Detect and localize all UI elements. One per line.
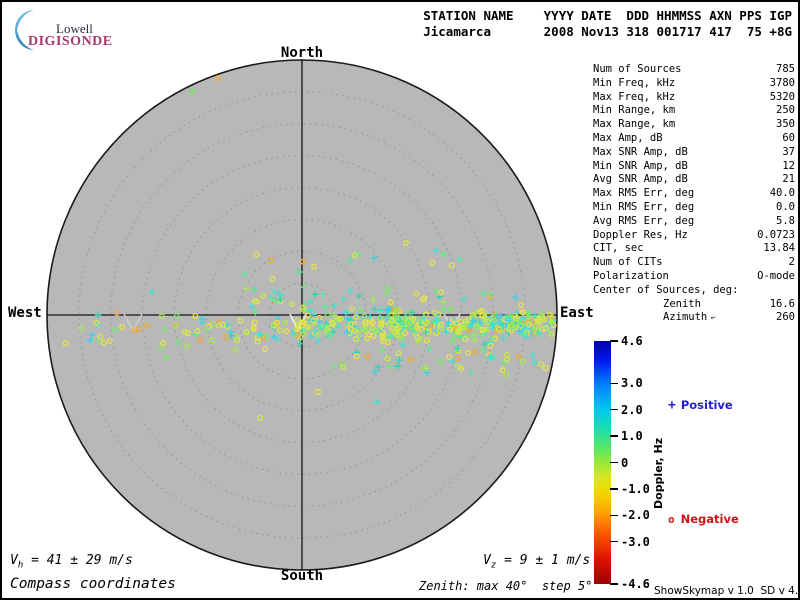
- colorbar-tick-label: -3.0: [621, 534, 650, 549]
- colorbar-tick: [610, 461, 618, 464]
- legend-negative-label: Negative: [680, 512, 739, 526]
- colorbar-tick-label: 3.0: [621, 376, 643, 391]
- colorbar-tick-label: -2.0: [621, 508, 650, 523]
- coordinate-system-note: Compass coordinates: [10, 576, 176, 592]
- vertical-velocity-readout: Vz = 9 ± 1 m/s: [483, 553, 591, 571]
- colorbar-tick-label: 1.0: [621, 429, 643, 444]
- colorbar-tick-label: 0: [621, 455, 629, 470]
- colorbar-tick-label: 2.0: [621, 402, 643, 417]
- doppler-colorbar: [594, 341, 611, 584]
- lowell-digisonde-logo: Lowell DIGISONDE: [10, 9, 130, 53]
- colorbar-tick: [610, 488, 618, 490]
- azimuth-arrow-icon: ←: [709, 312, 718, 324]
- logo-digisonde-text: DIGISONDE: [28, 34, 113, 49]
- station-header: STATION NAME YYYY DATE DDD HHMMSS AXN PP…: [423, 8, 792, 40]
- colorbar-ticks: 4.6 3.0 2.0 1.0 0 -1.0 -2.0 -3.0 -4.6: [610, 2, 656, 598]
- colorbar-tick: [610, 540, 618, 543]
- colorbar-tick: [610, 583, 618, 585]
- colorbar-tick: [610, 435, 618, 437]
- software-version-text: ShowSkymap v 1.0 SD v 4.2: [654, 585, 800, 597]
- colorbar-tick: [610, 514, 618, 517]
- plus-marker-icon: +: [668, 398, 676, 413]
- legend-positive: + Positive: [668, 398, 733, 413]
- header-values-line: Jicamarca 2008 Nov13 318 001717 417 75 +…: [423, 24, 792, 39]
- compass-south-label: South: [280, 568, 324, 584]
- skymap-window: Lowell DIGISONDE STATION NAME YYYY DATE …: [0, 0, 800, 600]
- colorbar-tick: [610, 340, 618, 342]
- header-columns-line: STATION NAME YYYY DATE DDD HHMMSS AXN PP…: [423, 8, 792, 23]
- legend-positive-label: Positive: [680, 398, 733, 412]
- compass-east-label: East: [560, 305, 594, 321]
- compass-north-label: North: [280, 45, 324, 61]
- legend-negative: o Negative: [668, 512, 739, 526]
- colorbar-tick-label: 4.6: [621, 334, 643, 348]
- colorbar-tick: [610, 382, 618, 384]
- colorbar-axis-label: Doppler, Hz: [652, 437, 665, 509]
- circle-marker-icon: o: [668, 513, 675, 526]
- colorbar-tick-label: -4.6: [621, 577, 650, 591]
- horizontal-velocity-readout: Vh = 41 ± 29 m/s: [10, 553, 133, 571]
- zenith-scale-note: Zenith: max 40° step 5°: [419, 579, 593, 593]
- colorbar-tick: [610, 408, 618, 411]
- compass-west-label: West: [8, 305, 42, 321]
- colorbar-tick-label: -1.0: [621, 481, 650, 496]
